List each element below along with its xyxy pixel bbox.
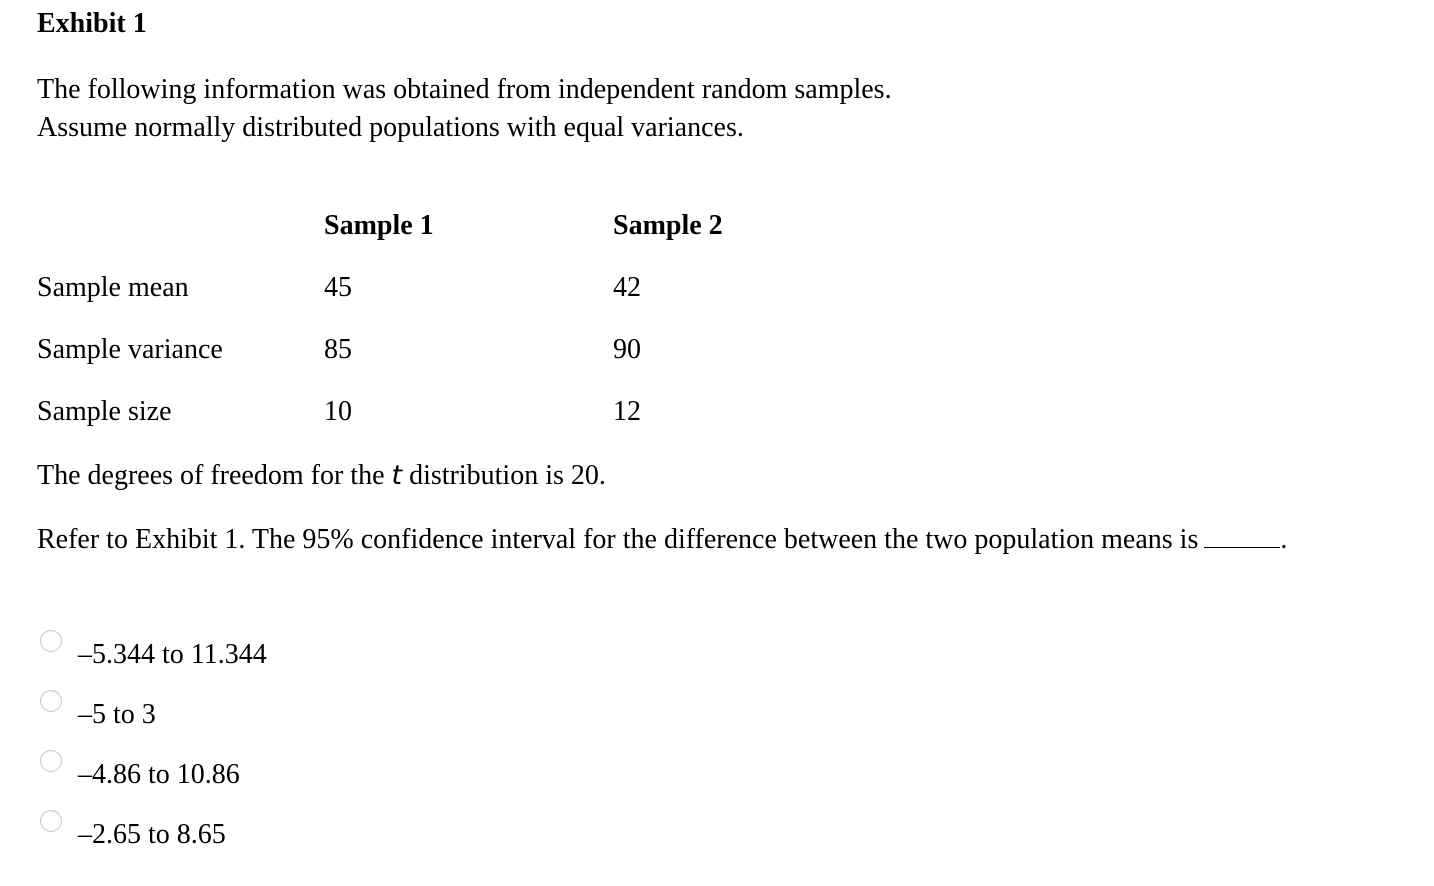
df-suffix: distribution is 20.: [402, 460, 606, 491]
cell-size-sample-2: 12: [613, 396, 641, 427]
cell-mean-sample-1: 45: [324, 272, 352, 303]
column-header-sample-2: Sample 2: [613, 210, 723, 241]
row-label-sample-variance: Sample variance: [37, 334, 223, 365]
answer-option[interactable]: –5 to 3: [40, 690, 156, 730]
option-label[interactable]: –5 to 3: [78, 697, 156, 733]
answer-option[interactable]: –2.65 to 8.65: [40, 810, 226, 850]
exhibit-intro: The following information was obtained f…: [37, 71, 892, 147]
option-label[interactable]: –4.86 to 10.86: [78, 757, 240, 793]
radio-button[interactable]: [40, 690, 62, 712]
radio-button[interactable]: [40, 630, 62, 652]
radio-button[interactable]: [40, 810, 62, 832]
cell-mean-sample-2: 42: [613, 272, 641, 303]
cell-variance-sample-1: 85: [324, 334, 352, 365]
cell-size-sample-1: 10: [324, 396, 352, 427]
answer-option[interactable]: –5.344 to 11.344: [40, 630, 267, 670]
row-label-sample-mean: Sample mean: [37, 272, 189, 303]
cell-variance-sample-2: 90: [613, 334, 641, 365]
radio-button[interactable]: [40, 750, 62, 772]
column-header-sample-1: Sample 1: [324, 210, 434, 241]
degrees-of-freedom-statement: The degrees of freedom for the t distrib…: [37, 458, 606, 494]
intro-line-1: The following information was obtained f…: [37, 74, 892, 105]
option-label[interactable]: –2.65 to 8.65: [78, 817, 226, 853]
question-text: Refer to Exhibit 1. The 95% confidence i…: [37, 520, 1287, 558]
intro-line-2: Assume normally distributed populations …: [37, 112, 744, 143]
t-variable: t: [391, 460, 403, 491]
answer-blank: [1204, 520, 1281, 548]
option-label[interactable]: –5.344 to 11.344: [78, 637, 267, 673]
row-label-sample-size: Sample size: [37, 396, 172, 427]
exhibit-title: Exhibit 1: [37, 8, 147, 39]
question-end: .: [1280, 524, 1288, 555]
df-prefix: The degrees of freedom for the: [37, 460, 392, 491]
question-stem: Refer to Exhibit 1. The 95% confidence i…: [37, 524, 1199, 555]
answer-option[interactable]: –4.86 to 10.86: [40, 750, 240, 790]
